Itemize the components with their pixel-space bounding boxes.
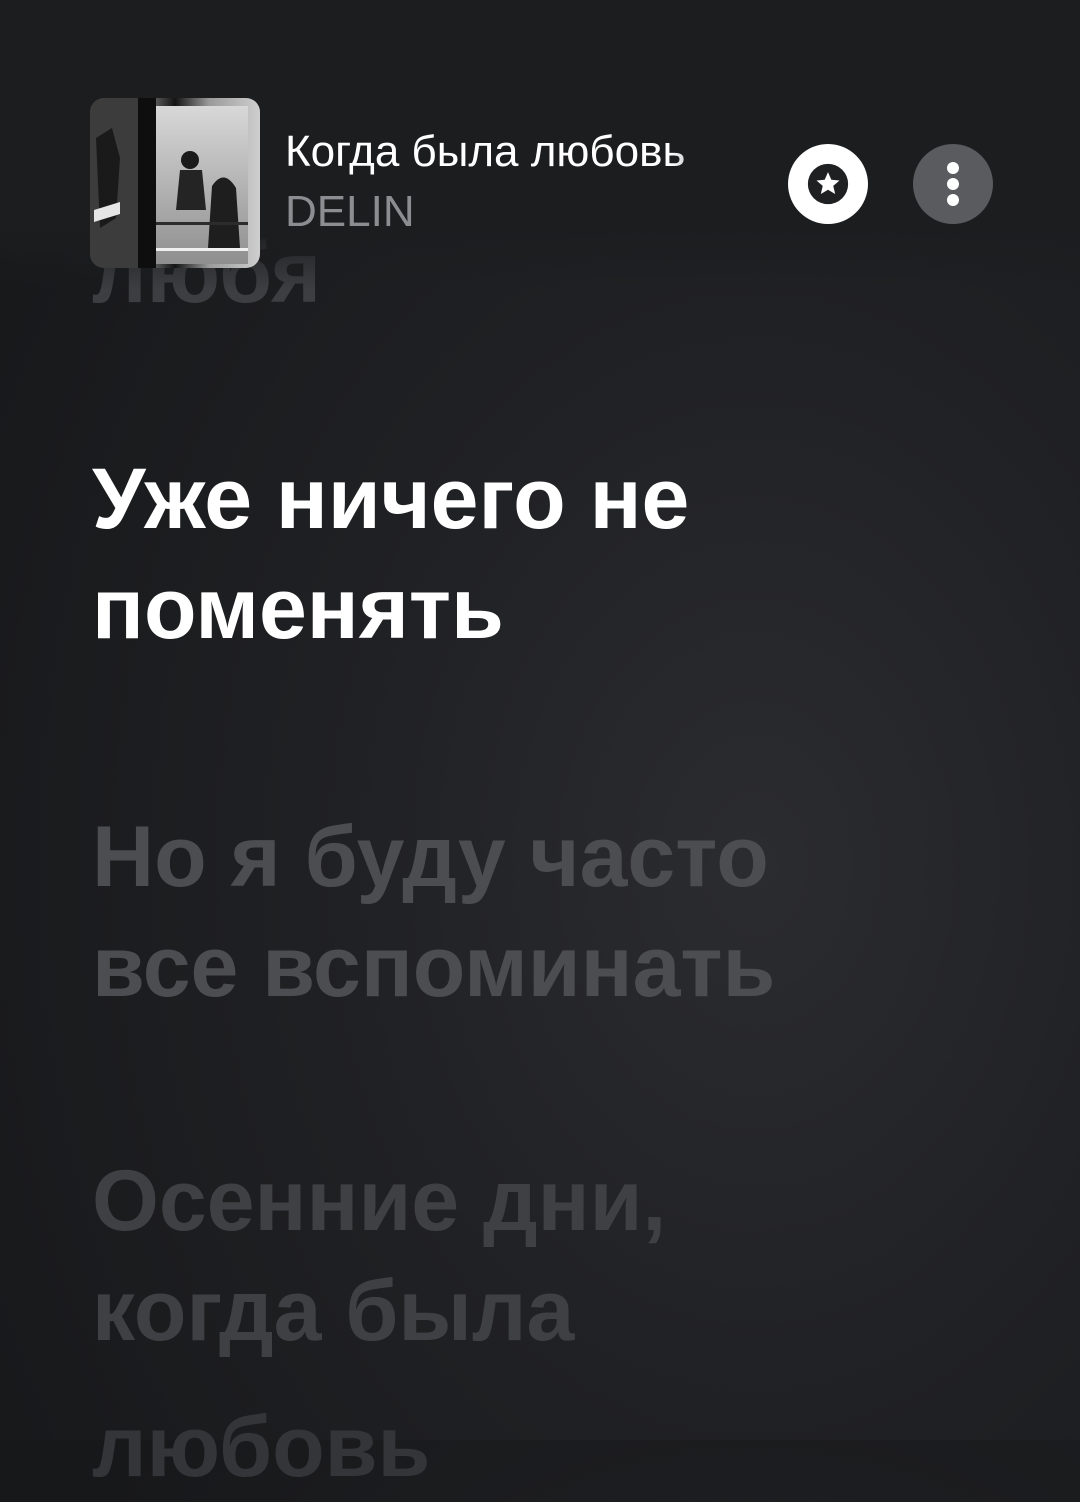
track-info[interactable]: Когда была любовь DELIN	[285, 126, 745, 238]
lyric-line-next-3[interactable]: любовь	[92, 1392, 992, 1502]
star-icon	[807, 163, 849, 205]
album-cover[interactable]	[90, 98, 260, 268]
now-playing-header: Когда была любовь DELIN	[0, 0, 1080, 290]
artist-name[interactable]: DELIN	[285, 186, 745, 238]
vertical-dots-icon	[947, 162, 959, 206]
lyric-line-active[interactable]: Уже ничего не поменять	[92, 444, 992, 664]
lyric-line-next[interactable]: Но я буду часто все вспоминать	[92, 802, 992, 1022]
favorite-button[interactable]	[788, 144, 868, 224]
album-cover-art	[90, 98, 260, 268]
more-options-button[interactable]	[913, 144, 993, 224]
song-title[interactable]: Когда была любовь	[285, 126, 745, 178]
lyric-line-next-2[interactable]: Осенние дни, когда была	[92, 1146, 992, 1366]
